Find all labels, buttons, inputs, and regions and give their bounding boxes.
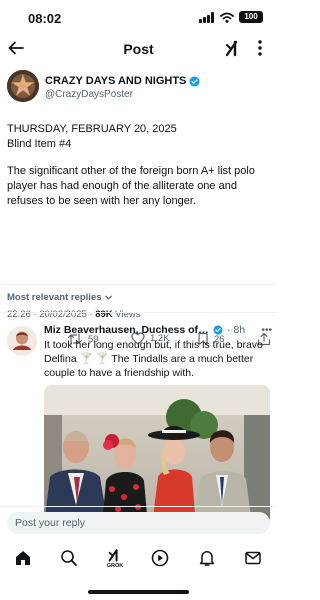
battery-icon: 100 xyxy=(239,11,263,23)
walk-of-fame-star-icon xyxy=(7,70,39,102)
reply-input[interactable] xyxy=(7,512,270,534)
divider xyxy=(0,312,277,313)
reply-text: It took her long enough but, if this is … xyxy=(44,339,263,379)
reply-time: · 8h xyxy=(227,324,246,336)
nav-notifications[interactable] xyxy=(196,547,218,569)
reply-more-icon[interactable]: ••• xyxy=(261,325,272,336)
post-text: THURSDAY, FEBRUARY 20, 2025 Blind Item #… xyxy=(7,122,270,221)
post-timestamp: 22:26 · 20/02/2025 · xyxy=(7,309,96,320)
post-text-lines: THURSDAY, FEBRUARY 20, 2025 Blind Item #… xyxy=(7,122,270,152)
views-count[interactable]: 89K xyxy=(95,309,112,320)
race-day-photo-image xyxy=(44,385,270,525)
post-blind-item-line: Blind Item #4 xyxy=(7,138,72,150)
reply-avatar[interactable] xyxy=(7,326,37,356)
home-indicator xyxy=(88,590,189,594)
reply-composer[interactable] xyxy=(7,512,270,534)
post-date-line: THURSDAY, FEBRUARY 20, 2025 xyxy=(7,123,177,135)
verified-badge-icon xyxy=(213,325,223,335)
post-body: The significant other of the foreign bor… xyxy=(7,165,255,207)
status-icons: 100 xyxy=(199,11,263,23)
reply-header: Miz Beaverhausen, Duchess of So... · 8h … xyxy=(44,324,272,336)
views-label: Views xyxy=(112,309,141,320)
status-time: 08:02 xyxy=(28,11,62,26)
chevron-down-icon xyxy=(104,295,112,300)
signal-icon xyxy=(199,11,214,23)
mail-icon xyxy=(245,551,261,565)
author-name-text[interactable]: CRAZY DAYS AND NIGHTS xyxy=(45,75,186,87)
divider xyxy=(0,506,277,507)
nav-bar: Post xyxy=(0,34,277,64)
avatar[interactable] xyxy=(7,70,39,102)
replies-sort-label[interactable]: Most relevant replies xyxy=(7,292,102,303)
author-name[interactable]: CRAZY DAYS AND NIGHTS xyxy=(45,75,200,87)
nav-messages[interactable] xyxy=(242,547,264,569)
search-icon xyxy=(61,550,77,566)
bottom-nav: GROK xyxy=(0,540,277,576)
more-options-icon[interactable] xyxy=(250,38,270,58)
reply-author-name[interactable]: Miz Beaverhausen, Duchess of So... xyxy=(44,324,210,336)
author-handle[interactable]: @CrazyDaysPoster xyxy=(45,89,133,100)
home-icon xyxy=(16,551,30,565)
status-bar: 08:02 100 xyxy=(0,0,277,34)
bell-icon xyxy=(199,551,215,566)
grok-label: GROK xyxy=(106,562,124,569)
grok-icon xyxy=(108,548,118,561)
nav-search[interactable] xyxy=(58,547,80,569)
post-meta: 22:26 · 20/02/2025 · 89K Views xyxy=(7,309,140,320)
wifi-icon xyxy=(220,12,234,23)
nav-video[interactable] xyxy=(149,547,171,569)
nav-grok[interactable]: GROK xyxy=(104,547,126,569)
nav-home[interactable] xyxy=(12,547,34,569)
beaverhausen-avatar-icon xyxy=(7,326,37,356)
reply-photo[interactable] xyxy=(44,385,270,525)
replies-sort-toggle[interactable]: Most relevant replies xyxy=(7,292,113,303)
verified-badge-icon xyxy=(189,75,200,87)
divider xyxy=(0,284,277,285)
grok-icon[interactable] xyxy=(224,38,244,58)
play-circle-icon xyxy=(151,549,169,567)
